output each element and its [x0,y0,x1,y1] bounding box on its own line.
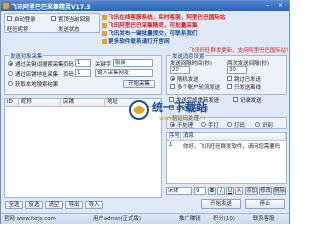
status-bar: 官网 www.fxrjs.com 用户admin(正式版) 推广赚钱 积分(10… [1,213,289,224]
auto-login-checkbox[interactable] [7,16,12,21]
page-label: 页码 [63,62,74,68]
pin-reply-label: 置顶当前回复 [58,17,91,23]
col-message-header[interactable]: 消息 [181,133,286,141]
color-button[interactable]: A [235,187,243,195]
collect-group-title: 发送对象采集 [9,52,44,60]
wangwang-nick-label: 旺旺昵称 [7,27,29,33]
status-website[interactable]: 官网 www.fxrjs.com [4,215,56,223]
page-input[interactable]: 1 [75,59,91,67]
auto-login-label: 自动登录 [14,17,36,23]
status-points: 积分(10) [213,216,235,222]
radio-shop-url[interactable] [8,71,13,76]
ad-line-3[interactable]: 飞讯发布一键批量提交，可联系我们 [102,29,198,37]
export-button[interactable]: 导出 [65,201,83,209]
collect-group: 发送对象采集 通过关键词搜索采集 页码 1 关键字 服装 通过店铺地址采集 页码… [4,52,162,95]
col-index-header[interactable]: 序号 [167,133,181,141]
select-all-button[interactable]: 全选 [5,201,23,209]
col-id-header[interactable]: ID [5,99,19,107]
watermark-domain: www.3987.com [159,115,205,122]
col-nick-header[interactable]: 昵称 [19,99,61,107]
multi-account-label: 多个账户轮流发送 [177,85,221,91]
page2-label: 页码 [63,72,74,78]
radio-import-label: 获取本地搜索结果 [15,82,59,88]
invert-selection-button[interactable]: 反选 [25,201,43,209]
captcha-ocr-label: 识别 [262,123,273,129]
status-user: 用户admin(正式版) [93,216,142,222]
start-send-button[interactable]: 开始发送 [201,199,241,209]
import-button[interactable]: 导入 [85,201,103,209]
send-status-label: 发送状态 [58,27,80,33]
send-settings-group: 发送消息设置 发送间隔时间(秒) 两次发送间隔(秒) 20 30 随机发送 跳过… [166,52,287,95]
offline-only-checkbox[interactable] [227,84,232,89]
collect-url-input[interactable]: 输入采集网址 [95,69,153,77]
add-message-button[interactable]: 添加 [245,187,258,195]
message-row-text[interactable]: 你好，飞讯旺旺群发软件，请问您需要吗 [183,142,286,150]
underline-button[interactable]: U [226,187,234,195]
interval-input[interactable]: 20 [170,66,190,74]
status-contact[interactable]: 联系客服 [253,215,275,223]
radio-shop-label: 通过店铺地址采集 [15,72,59,78]
delete-message-button[interactable]: 删除 [273,187,286,195]
close-icon[interactable]: × [276,2,285,9]
edit-message-button[interactable]: 修改 [259,187,272,195]
app-logo-icon [3,3,9,9]
title-bar: 飞讯阿里巴巴采集精灵V17.3 – × [1,1,289,11]
radio-keyword-search[interactable] [8,61,13,66]
multi-account-checkbox[interactable] [170,84,175,89]
interval2-input[interactable]: 30 [227,66,247,74]
skip-sent-checkbox[interactable] [227,76,232,81]
radio-keyword-label: 通过关键词搜索采集 [15,62,64,68]
offline-only-label: 只发送离线 [234,85,261,91]
window-title: 飞讯阿里巴巴采集精灵V17.3 [11,4,91,11]
message-list: 序号 消息 1 你好，飞讯旺旺群发软件，请问您需要吗 [166,132,287,184]
start-collect-button[interactable]: 开始采集 [123,80,155,88]
col-shop-header[interactable]: 店铺 [61,99,105,107]
page2-input[interactable]: 1 [75,69,91,77]
stop-send-button[interactable]: 停止 [245,199,285,209]
clear-button[interactable]: 清空 [45,201,63,209]
ad-line-1[interactable]: 飞讯在线客服系统，实时客服，阿里巴巴国际站 [102,13,225,21]
promo-icon [102,39,107,44]
promo-icon [102,15,107,20]
promo-icon [102,23,107,28]
size-select[interactable]: 9 [194,187,206,195]
ad-line-2[interactable]: 飞讯阿里巴巴采集精灵，可批量采集 [102,21,198,29]
keyword-input[interactable]: 服装 [113,59,153,67]
ad-line-4[interactable]: 更多软件联系请打开官网 [102,37,170,45]
watermark-brand: 统一下载站 [152,100,207,114]
keyword-label: 关键字 [95,62,112,68]
italic-button[interactable]: I [217,187,225,195]
skip-sent-label: 跳过已发送 [234,77,261,83]
random-send-label: 随机发送 [177,77,199,83]
pin-reply-checkbox[interactable] [51,16,56,21]
promo-icon [102,31,107,36]
top-options-panel: 自动登录 置顶当前回复 旺旺昵称 发送状态 [4,13,100,33]
status-promo[interactable]: 推广赚钱 [179,215,201,223]
radio-local-import[interactable] [8,81,13,86]
message-row-index: 1 [169,142,173,148]
watermark-logo: 统一下载站 www.3987.com [129,100,207,122]
random-send-radio[interactable] [170,76,175,81]
ad-text: 更多软件联系请打开官网 [108,39,170,45]
minimize-icon[interactable]: – [263,2,272,9]
app-window: 飞讯阿里巴巴采集精灵V17.3 – × 自动登录 置顶当前回复 旺旺昵称 发送状… [0,0,291,224]
bold-button[interactable]: B [208,187,216,195]
font-select[interactable]: 宋体 [166,187,192,195]
captcha-ocr-radio[interactable] [255,122,260,127]
